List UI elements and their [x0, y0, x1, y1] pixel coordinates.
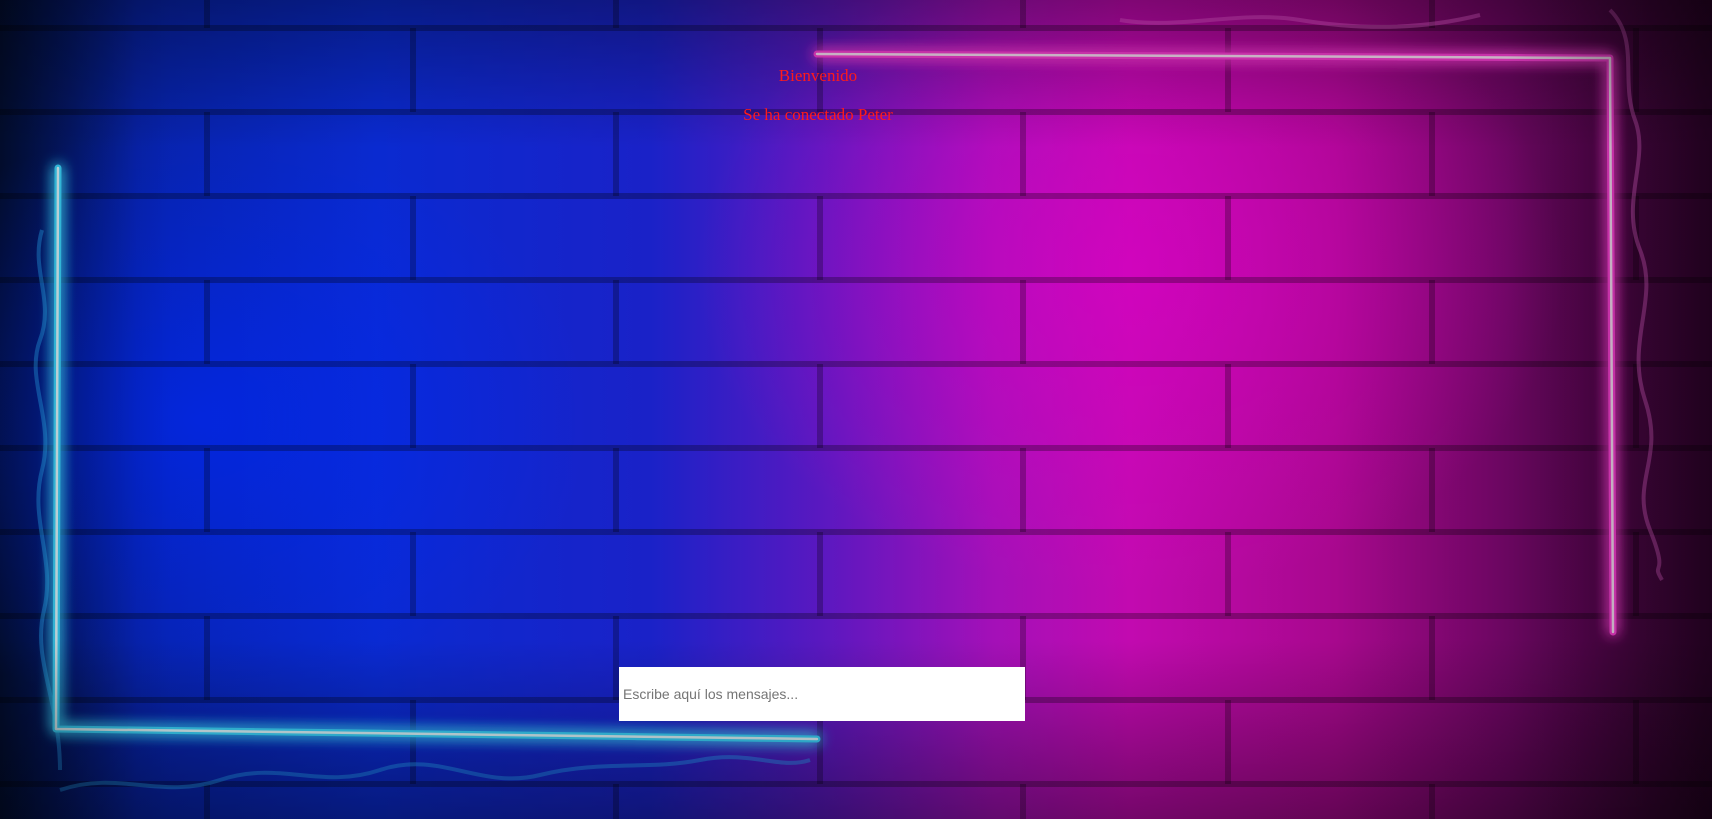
- welcome-title: Bienvenido: [778, 66, 858, 85]
- message-input[interactable]: [619, 667, 1025, 721]
- connection-status: Se ha conectado Peter: [743, 105, 893, 124]
